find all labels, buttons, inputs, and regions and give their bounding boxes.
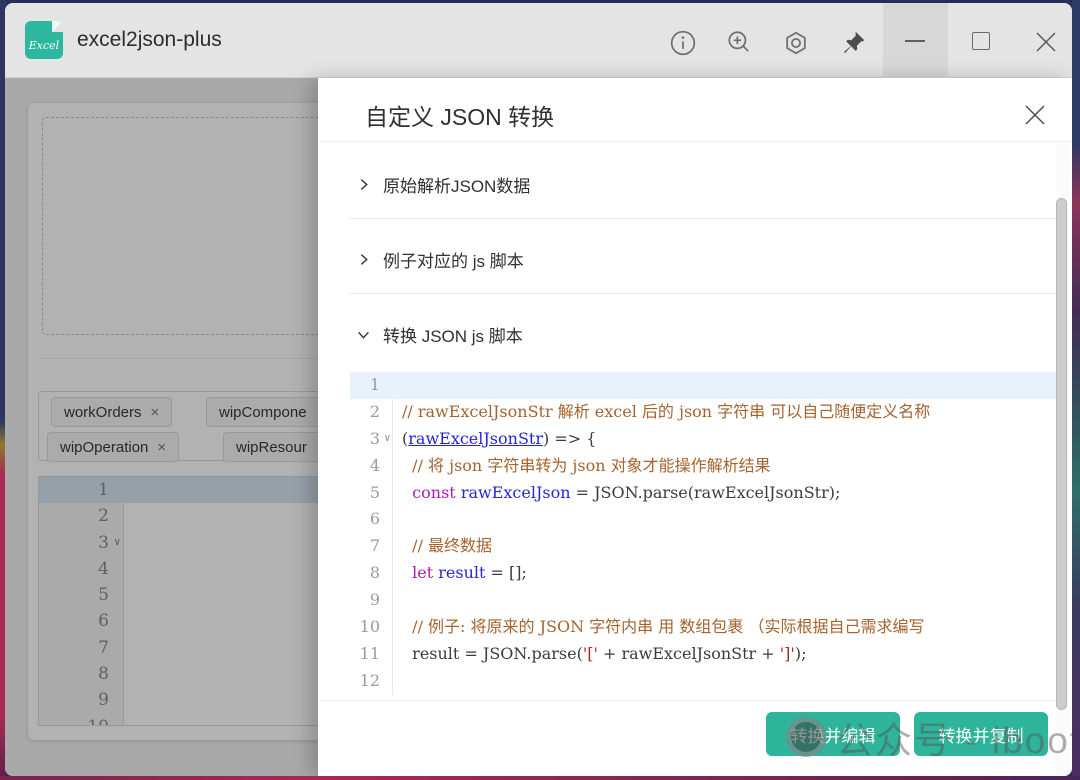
dog-ear [52, 21, 63, 32]
code-line[interactable]: 8 let result = []; [350, 560, 1058, 587]
code-line[interactable]: 7 // 最终数据 [350, 533, 1058, 560]
minimize-icon [905, 40, 925, 42]
code-line[interactable]: 6 [350, 506, 1058, 533]
titlebar: Excel excel2json-plus [5, 3, 1072, 78]
code-line[interactable]: 4 // 将 json 字符串转为 json 对象才能操作解析结果 [350, 453, 1058, 480]
code-line[interactable]: 11 result = JSON.parse('[' + rawExcelJso… [350, 641, 1058, 668]
info-icon[interactable] [669, 29, 697, 57]
app-logo-text: Excel [25, 39, 63, 52]
modal-code-rows: 12// rawExcelJsonStr 解析 excel 后的 json 字符… [350, 372, 1058, 695]
code-line[interactable]: 12 [350, 668, 1058, 695]
window-title: excel2json-plus [77, 28, 222, 52]
code-line[interactable]: 9 [350, 587, 1058, 614]
section-convert-script[interactable]: 转换 JSON js 脚本 [357, 322, 523, 347]
app-window: Excel excel2json-plus [5, 3, 1072, 776]
convert-and-edit-button[interactable]: 转换并编辑 [766, 712, 900, 756]
chevron-right-icon [357, 178, 370, 191]
dialog-close-icon[interactable] [1022, 102, 1048, 128]
pin-icon[interactable] [839, 29, 867, 57]
section-raw-json[interactable]: 原始解析JSON数据 [357, 172, 530, 197]
divider [350, 293, 1056, 294]
dialog-title: 自定义 JSON 转换 [365, 98, 554, 132]
convert-and-copy-button[interactable]: 转换并复制 [914, 712, 1048, 756]
chevron-right-icon [357, 253, 370, 266]
divider [318, 700, 1072, 701]
code-line[interactable]: 5 const rawExcelJson = JSON.parse(rawExc… [350, 480, 1058, 507]
section-example-script[interactable]: 例子对应的 js 脚本 [357, 247, 524, 272]
settings-icon[interactable] [782, 29, 810, 57]
maximize-button[interactable] [972, 32, 990, 50]
app-logo-excel-icon: Excel [25, 21, 63, 59]
divider [350, 218, 1056, 219]
wallpaper-right-strip [1072, 0, 1080, 780]
modal-scrollbar-thumb[interactable] [1056, 198, 1067, 710]
code-line[interactable]: 10 // 例子: 将原来的 JSON 字符内串 用 数组包裹 （实际根据自己需… [350, 614, 1058, 641]
modal-scrollbar-track[interactable] [1056, 144, 1070, 776]
code-line[interactable]: 1 [350, 372, 1058, 399]
js-script-editor[interactable]: 12// rawExcelJsonStr 解析 excel 后的 json 字符… [350, 372, 1058, 695]
zoom-in-icon[interactable] [725, 29, 753, 57]
chevron-down-icon [357, 328, 370, 341]
custom-json-convert-dialog: 自定义 JSON 转换 原始解析JSON数据 例子对应的 js 脚本 转换 JS… [318, 78, 1072, 776]
code-line[interactable]: 3∨(rawExcelJsonStr) => { [350, 426, 1058, 453]
wallpaper-bottom-strip [0, 776, 1080, 780]
window-close-button[interactable] [1033, 29, 1059, 55]
minimize-button[interactable] [883, 3, 948, 78]
divider [318, 141, 1072, 142]
code-line[interactable]: 2// rawExcelJsonStr 解析 excel 后的 json 字符串… [350, 399, 1058, 426]
fold-chevron-icon[interactable]: ∨ [384, 426, 391, 453]
